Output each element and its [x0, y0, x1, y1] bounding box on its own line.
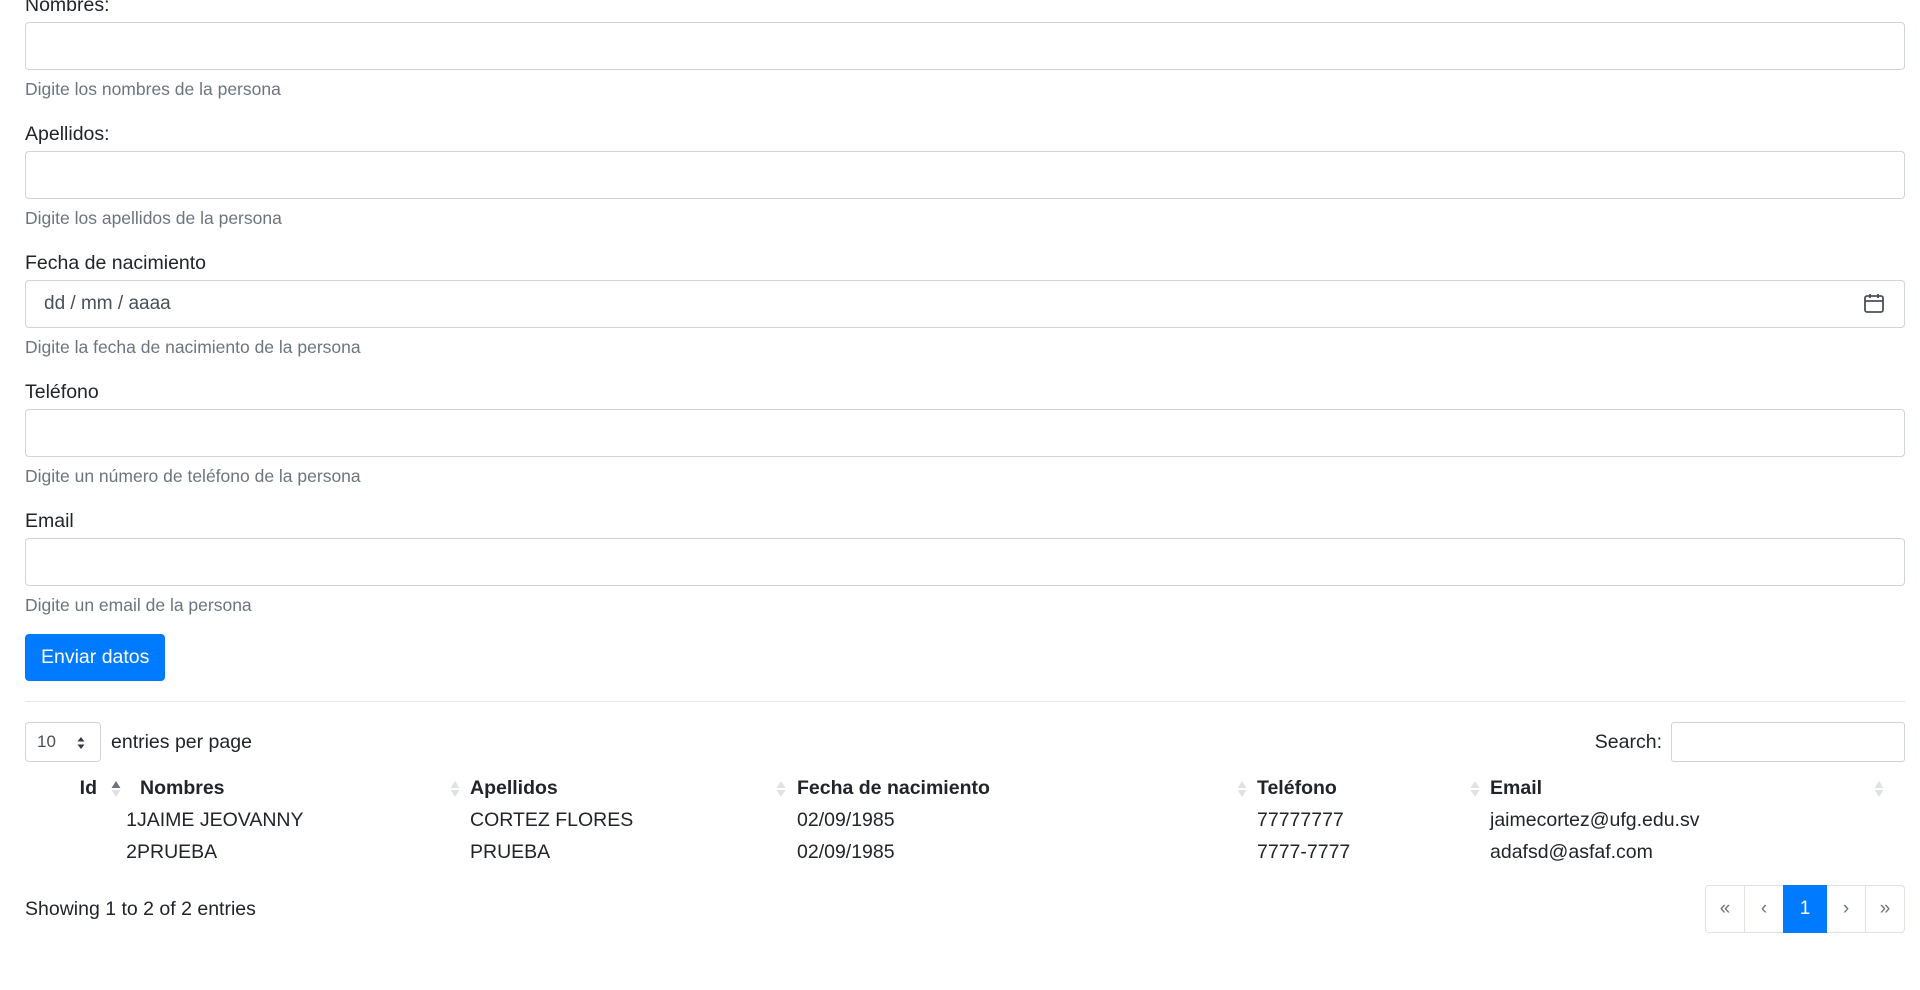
search-input[interactable] — [1671, 722, 1905, 762]
col-header-apellidos-label: Apellidos — [470, 776, 558, 799]
cell-email: jaimecortez@ufg.edu.sv — [1490, 808, 1700, 831]
table-row: 1 JAIME JEOVANNY CORTEZ FLORES 02/09/198… — [25, 804, 1905, 836]
page-next-button[interactable]: › — [1826, 885, 1866, 933]
page-prev-button[interactable]: ‹ — [1744, 885, 1784, 933]
cell-apellidos: PRUEBA — [470, 840, 551, 863]
email-label: Email — [25, 510, 74, 532]
page-container: Nombres: Digite los nombres de la person… — [0, 0, 1905, 933]
pagination: « ‹ 1 › » — [1705, 885, 1905, 933]
cell-apellidos: CORTEZ FLORES — [470, 808, 634, 831]
table-row: 2 PRUEBA PRUEBA 02/09/1985 7777-7777 ada… — [25, 836, 1905, 868]
col-header-id-label: Id — [79, 776, 97, 799]
cell-fecha: 02/09/1985 — [797, 840, 895, 863]
fecha-group: Fecha de nacimiento dd / mm / aaaa Digit… — [25, 248, 1905, 358]
fecha-label: Fecha de nacimiento — [25, 252, 207, 274]
nombres-help: Digite los nombres de la persona — [25, 79, 281, 99]
col-header-email-label: Email — [1490, 776, 1543, 799]
apellidos-help: Digite los apellidos de la persona — [25, 208, 282, 228]
nombres-group: Nombres: Digite los nombres de la person… — [25, 0, 1905, 100]
cell-telefono: 7777-7777 — [1257, 840, 1351, 863]
col-header-telefono-label: Teléfono — [1257, 776, 1337, 799]
select-caret-icon — [77, 737, 85, 749]
telefono-input[interactable] — [25, 409, 1905, 457]
nombres-input[interactable] — [25, 22, 1905, 70]
table-header-row: Id Nombres Apellidos Fecha de nacimiento… — [25, 772, 1905, 804]
sort-icon — [1470, 781, 1480, 797]
col-header-telefono[interactable]: Teléfono — [1257, 772, 1490, 804]
cell-telefono: 77777777 — [1257, 808, 1344, 831]
cell-nombres: PRUEBA — [137, 840, 218, 863]
divider — [25, 701, 1905, 702]
col-header-nombres[interactable]: Nombres — [137, 772, 470, 804]
col-header-fecha-label: Fecha de nacimiento — [797, 776, 990, 799]
search-label: Search: — [1594, 730, 1662, 753]
sort-icon — [1874, 781, 1884, 797]
telefono-help: Digite un número de teléfono de la perso… — [25, 466, 361, 486]
email-help: Digite un email de la persona — [25, 595, 252, 615]
submit-button[interactable]: Enviar datos — [25, 634, 166, 681]
telefono-label: Teléfono — [25, 381, 99, 403]
nombres-label: Nombres: — [25, 0, 110, 16]
entries-select[interactable]: 10 — [25, 722, 101, 762]
sort-icon — [450, 781, 460, 797]
cell-id: 1 — [126, 808, 137, 831]
cell-nombres: JAIME JEOVANNY — [137, 808, 304, 831]
apellidos-group: Apellidos: Digite los apellidos de la pe… — [25, 119, 1905, 229]
telefono-group: Teléfono Digite un número de teléfono de… — [25, 377, 1905, 487]
sort-icon — [1237, 781, 1247, 797]
cell-email: adafsd@asfaf.com — [1490, 840, 1653, 863]
page-1-button[interactable]: 1 — [1783, 885, 1827, 933]
sort-icon — [776, 781, 786, 797]
sort-asc-icon — [111, 781, 121, 797]
col-header-id[interactable]: Id — [25, 772, 137, 804]
entries-label: entries per page — [111, 730, 252, 753]
cell-id: 2 — [126, 840, 137, 863]
fecha-input[interactable]: dd / mm / aaaa — [25, 280, 1905, 328]
entries-select-value: 10 — [37, 732, 56, 751]
table-footer: Showing 1 to 2 of 2 entries « ‹ 1 › » — [25, 885, 1905, 933]
col-header-email[interactable]: Email — [1490, 772, 1905, 804]
length-control: 10 entries per page — [25, 722, 252, 762]
apellidos-input[interactable] — [25, 151, 1905, 199]
fecha-help: Digite la fecha de nacimiento de la pers… — [25, 337, 361, 357]
fecha-field-wrap: dd / mm / aaaa — [25, 280, 1905, 328]
data-table: Id Nombres Apellidos Fecha de nacimiento… — [25, 772, 1905, 868]
col-header-apellidos[interactable]: Apellidos — [470, 772, 797, 804]
apellidos-label: Apellidos: — [25, 123, 110, 145]
table-info: Showing 1 to 2 of 2 entries — [25, 897, 256, 920]
page-first-button[interactable]: « — [1705, 885, 1745, 933]
cell-fecha: 02/09/1985 — [797, 808, 895, 831]
col-header-fecha[interactable]: Fecha de nacimiento — [797, 772, 1257, 804]
email-group: Email Digite un email de la persona — [25, 506, 1905, 616]
col-header-nombres-label: Nombres — [140, 776, 225, 799]
page-last-button[interactable]: » — [1865, 885, 1905, 933]
table-controls: 10 entries per page Search: — [25, 722, 1905, 762]
email-input[interactable] — [25, 538, 1905, 586]
search-control: Search: — [1595, 722, 1905, 762]
calendar-icon[interactable] — [1863, 292, 1885, 314]
fecha-placeholder: dd / mm / aaaa — [44, 293, 171, 314]
